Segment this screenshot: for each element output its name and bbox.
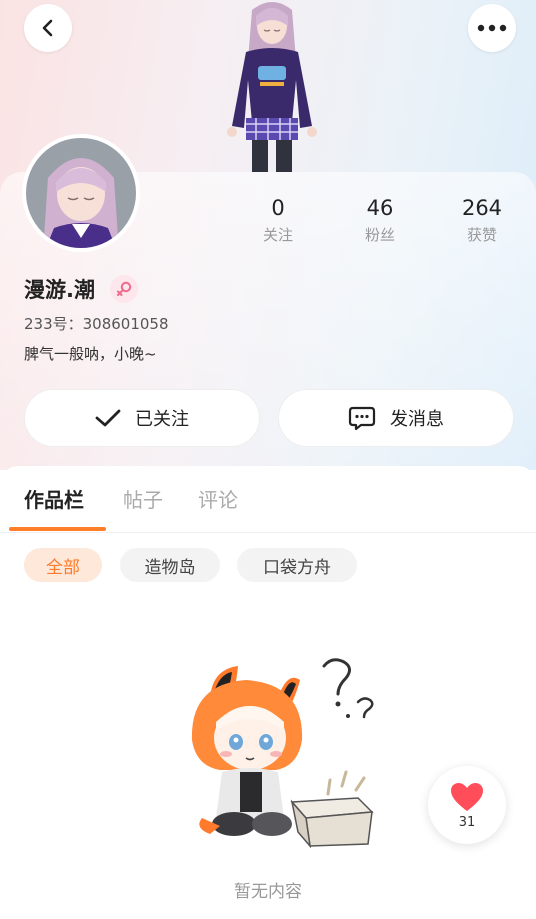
avatar-image bbox=[26, 138, 136, 248]
filter-chip-pocket-ark[interactable]: 口袋方舟 bbox=[237, 548, 357, 582]
send-message-label: 发消息 bbox=[390, 409, 444, 430]
chevron-left-icon bbox=[42, 19, 53, 37]
active-tab-indicator bbox=[9, 527, 106, 531]
tab-works[interactable]: 作品栏 bbox=[24, 484, 84, 513]
tab-posts[interactable]: 帖子 bbox=[123, 484, 163, 513]
stat-followers[interactable]: 46 粉丝 bbox=[340, 196, 420, 245]
stat-value: 46 bbox=[366, 196, 394, 220]
stat-following[interactable]: 0 关注 bbox=[238, 196, 318, 245]
tab-comments[interactable]: 评论 bbox=[198, 484, 238, 513]
username: 漫游.潮 bbox=[24, 278, 95, 302]
more-options-button[interactable] bbox=[468, 4, 516, 52]
stat-value: 0 bbox=[271, 196, 285, 220]
female-gender-icon bbox=[110, 275, 138, 303]
empty-state-text: 暂无内容 bbox=[234, 882, 302, 902]
chat-bubble-icon bbox=[348, 406, 376, 431]
checkmark-icon bbox=[95, 409, 121, 427]
stat-label: 粉丝 bbox=[364, 226, 395, 244]
stat-label: 获赞 bbox=[466, 226, 497, 244]
heart-icon bbox=[451, 782, 483, 811]
empty-state-mascot-illustration bbox=[180, 648, 380, 849]
back-button[interactable] bbox=[24, 4, 72, 52]
more-dots-icon bbox=[477, 24, 507, 32]
like-count: 31 bbox=[458, 814, 476, 830]
like-button[interactable]: 31 bbox=[428, 766, 506, 844]
tabs-divider bbox=[0, 532, 536, 533]
user-id: 233号：308601058 bbox=[24, 315, 169, 333]
filter-chip-all[interactable]: 全部 bbox=[24, 548, 102, 582]
send-message-button[interactable]: 发消息 bbox=[278, 389, 514, 447]
stat-label: 关注 bbox=[262, 226, 293, 244]
filter-chip-creation-island[interactable]: 造物岛 bbox=[120, 548, 220, 582]
profile-avatar[interactable] bbox=[22, 134, 140, 252]
avatar-3d-figure bbox=[212, 0, 332, 172]
following-label: 已关注 bbox=[135, 409, 189, 430]
stat-value: 264 bbox=[461, 196, 503, 220]
stat-likes[interactable]: 264 获赞 bbox=[442, 196, 522, 245]
user-bio: 脾气一般呐，小晚~ bbox=[24, 345, 157, 363]
following-button[interactable]: 已关注 bbox=[24, 389, 260, 447]
